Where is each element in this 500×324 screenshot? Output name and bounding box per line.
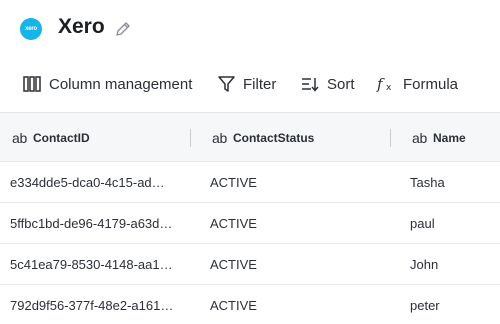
app-header: xero Xero xyxy=(0,0,500,60)
column-header-label: ContactStatus xyxy=(232,131,315,145)
table-row[interactable]: 5c41ea79-8530-4148-aa1… ACTIVE John xyxy=(0,244,500,285)
data-table: ab ContactID ab ContactStatus ab Name e3… xyxy=(0,112,500,324)
table-row[interactable]: e334dde5-dca0-4c15-ad… ACTIVE Tasha xyxy=(0,162,500,203)
column-header-name[interactable]: ab Name xyxy=(412,113,466,163)
cell-contactstatus: ACTIVE xyxy=(210,298,257,313)
table-row[interactable]: 5ffbc1bd-de96-4179-a63d… ACTIVE paul xyxy=(0,203,500,244)
sort-button[interactable]: Sort xyxy=(300,66,355,102)
sort-icon xyxy=(302,78,319,92)
xero-logo: xero xyxy=(20,18,42,40)
page-title: Xero xyxy=(58,15,105,38)
table-header-row: ab ContactID ab ContactStatus ab Name xyxy=(0,112,500,162)
column-header-label: Name xyxy=(432,131,466,145)
cell-name: John xyxy=(410,257,439,272)
formula-button[interactable]: f x Formula xyxy=(376,66,458,102)
sort-label: Sort xyxy=(327,75,355,93)
table-row[interactable]: 792d9f56-377f-48e2-a161… ACTIVE peter xyxy=(0,285,500,324)
svg-text:f: f xyxy=(376,75,385,93)
logo-text: xero xyxy=(25,26,37,32)
svg-text:x: x xyxy=(386,83,392,93)
text-type-icon: ab xyxy=(12,130,27,146)
cell-contactid: 792d9f56-377f-48e2-a161… xyxy=(10,298,174,313)
column-management-label: Column management xyxy=(49,75,193,93)
filter-button[interactable]: Filter xyxy=(217,66,276,102)
filter-label: Filter xyxy=(243,75,277,93)
columns-icon xyxy=(23,76,41,92)
formula-icon: f x xyxy=(376,75,392,93)
column-divider[interactable] xyxy=(190,129,191,147)
cell-contactid: 5ffbc1bd-de96-4179-a63d… xyxy=(10,216,173,231)
column-divider[interactable] xyxy=(390,129,391,147)
cell-contactstatus: ACTIVE xyxy=(210,257,257,272)
cell-contactid: 5c41ea79-8530-4148-aa1… xyxy=(10,257,173,272)
column-management-button[interactable]: Column management xyxy=(22,66,192,102)
text-type-icon: ab xyxy=(412,130,427,146)
cell-name: paul xyxy=(410,216,435,231)
cell-contactstatus: ACTIVE xyxy=(210,175,257,190)
cell-name: Tasha xyxy=(410,175,445,190)
filter-icon xyxy=(218,76,235,92)
pencil-icon[interactable] xyxy=(114,20,132,38)
text-type-icon: ab xyxy=(212,130,227,146)
formula-label: Formula xyxy=(403,75,459,93)
cell-contactstatus: ACTIVE xyxy=(210,216,257,231)
cell-name: peter xyxy=(410,298,440,313)
column-header-label: ContactID xyxy=(32,131,90,145)
column-header-contactid[interactable]: ab ContactID xyxy=(12,113,90,163)
toolbar: Column management Filter Sort f x Formul… xyxy=(0,66,500,102)
cell-contactid: e334dde5-dca0-4c15-ad… xyxy=(10,175,165,190)
column-header-contactstatus[interactable]: ab ContactStatus xyxy=(212,113,314,163)
